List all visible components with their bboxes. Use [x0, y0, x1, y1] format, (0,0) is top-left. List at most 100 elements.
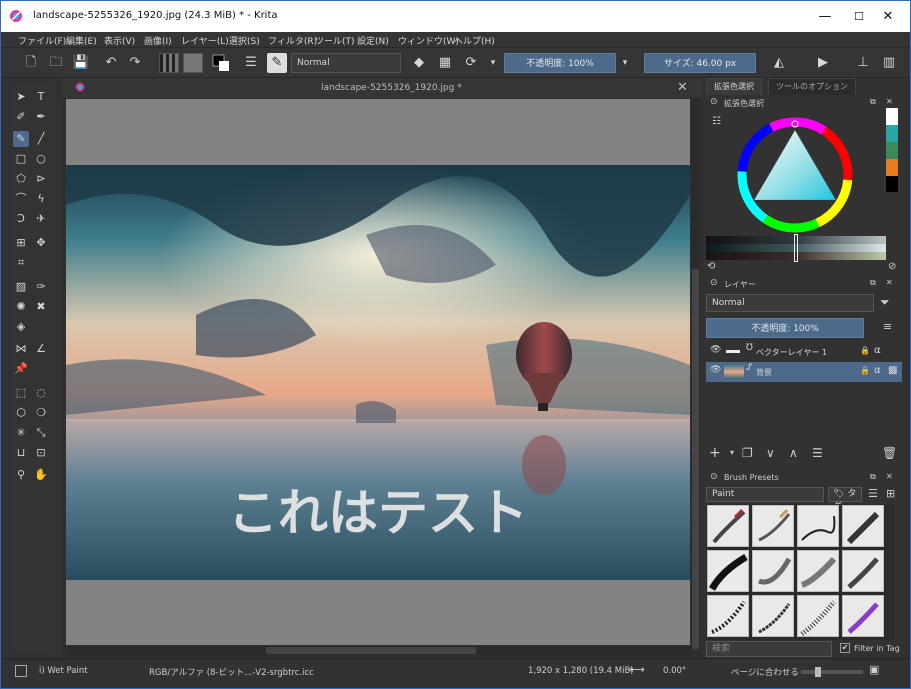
horizontal-scrollbar[interactable]	[66, 646, 690, 655]
ellipse-select-icon[interactable]: ◌	[33, 385, 49, 401]
eye-icon[interactable]: 👁	[710, 345, 721, 355]
layers-close-icon[interactable]: ✕	[886, 278, 893, 287]
text-tool-icon[interactable]: T	[33, 89, 49, 105]
canvas-image[interactable]: これはテスト	[66, 165, 690, 580]
pattern-picker-icon[interactable]	[183, 53, 203, 73]
brush-filter-select[interactable]: Paint	[706, 487, 824, 502]
reload-preset-icon[interactable]: ⟳	[461, 53, 481, 73]
zoom-tool-icon[interactable]: ⚲	[13, 467, 29, 483]
transform-tool-icon[interactable]: ⊞	[13, 235, 29, 251]
brush-presets-float-icon[interactable]: ⧉	[870, 472, 876, 482]
gradient-tool-icon[interactable]: ▨	[13, 279, 29, 295]
lock-icon[interactable]: 🔒	[860, 346, 870, 355]
filter-in-tag-checkbox[interactable]: ✔	[840, 643, 850, 653]
reset-color-icon[interactable]: ⟲	[707, 261, 715, 272]
reference-tool-icon[interactable]: 📌	[13, 361, 29, 377]
rotation-icon[interactable]: ⟷	[629, 663, 645, 676]
move-layer-down-icon[interactable]: ∨	[766, 446, 775, 460]
document-tab[interactable]: landscape-5255326_1920.jpg * ✕	[63, 78, 703, 98]
zoom-slider[interactable]	[801, 667, 863, 677]
brush-search-input[interactable]: 検索	[706, 641, 832, 657]
layers-float-icon[interactable]: ⧉	[870, 278, 876, 288]
color-picker-icon[interactable]: ✑	[33, 279, 49, 295]
brush-preset-item[interactable]	[752, 505, 794, 547]
undo-icon[interactable]: ↶	[101, 53, 121, 73]
add-layer-icon[interactable]: +	[709, 445, 721, 461]
crop-tool-icon[interactable]: ⌗	[13, 255, 29, 271]
fill-tool-icon[interactable]: ◈	[13, 319, 29, 335]
brush-preset-item[interactable]	[752, 550, 794, 592]
close-button[interactable]: ✕	[871, 1, 905, 32]
close-docker-icon[interactable]: ✕	[886, 97, 893, 106]
swatch-black[interactable]	[886, 176, 898, 192]
color-wheel[interactable]	[736, 116, 854, 234]
brush-preset-item[interactable]	[707, 595, 749, 637]
reload-dropdown-icon[interactable]: ▾	[483, 53, 503, 73]
color-swatches[interactable]	[886, 108, 898, 192]
calligraphy-icon[interactable]: ✒	[33, 109, 49, 125]
bezier-select-icon[interactable]: ⊔	[13, 445, 29, 461]
ellipse-tool-icon[interactable]: ○	[33, 151, 49, 167]
layer-opacity-slider[interactable]: 不透明度: 100%	[706, 318, 864, 338]
smart-patch-icon[interactable]: ✖	[33, 299, 49, 315]
opacity-dropdown-icon[interactable]: ▾	[615, 53, 635, 73]
polygon-tool-icon[interactable]: ⬠	[13, 171, 29, 187]
magnetic-select-icon[interactable]: ⊡	[33, 445, 49, 461]
freehand-select-icon[interactable]: ❍	[33, 405, 49, 421]
delete-layer-icon[interactable]: 🗑	[882, 446, 897, 460]
rect-select-icon[interactable]: ⬚	[13, 385, 29, 401]
menu-window[interactable]: ウィンドウ(W)	[398, 34, 459, 47]
layer-row-vector[interactable]: 👁 ℧ ベクターレイヤー 1 🔒 α	[706, 342, 902, 362]
brush-presets-close-icon[interactable]: ✕	[886, 472, 893, 481]
mirror-vertical-icon[interactable]: ▶	[813, 53, 833, 73]
add-layer-dropdown-icon[interactable]: ▾	[730, 448, 734, 457]
layer-blend-select[interactable]: Normal	[706, 294, 874, 312]
bezier-tool-icon[interactable]: ⌒	[13, 191, 29, 207]
tab-tool-options[interactable]: ツールのオプション	[768, 78, 856, 95]
move-tool-icon[interactable]: ✥	[33, 235, 49, 251]
new-document-icon[interactable]: 🗋	[21, 53, 41, 73]
swatch-green[interactable]	[886, 142, 898, 159]
eraser-icon[interactable]: ◆	[409, 53, 429, 73]
color-settings-icon[interactable]: ☷	[712, 116, 721, 127]
clear-color-icon[interactable]: ⊘	[888, 261, 896, 272]
polyline-tool-icon[interactable]: ⊳	[33, 171, 49, 187]
brush-preset-item[interactable]	[842, 505, 884, 547]
blend-mode-select[interactable]: Normal	[291, 53, 401, 73]
size-slider[interactable]: サイズ: 46.00 px	[644, 53, 756, 73]
visibility-icon[interactable]: ⊙	[710, 97, 718, 107]
status-zoom-mode[interactable]: ページに合わせる	[731, 666, 799, 678]
brush-list-view-icon[interactable]: ☰	[868, 487, 878, 500]
brush-settings-icon[interactable]: ☰	[241, 53, 261, 73]
color-slider-cursor[interactable]	[794, 234, 798, 262]
menu-select[interactable]: 選択(S)	[229, 34, 260, 47]
gradient-picker-icon[interactable]	[159, 53, 179, 73]
similar-select-icon[interactable]: ⤡	[33, 425, 49, 441]
rectangle-tool-icon[interactable]: □	[13, 151, 29, 167]
menu-file[interactable]: ファイル(F)	[18, 34, 66, 47]
duplicate-layer-icon[interactable]: ❐	[742, 446, 753, 460]
dynamic-brush-icon[interactable]: Ͻ	[13, 211, 29, 227]
swatch-orange[interactable]	[886, 159, 898, 176]
polygon-select-icon[interactable]: ⬡	[13, 405, 29, 421]
menu-view[interactable]: 表示(V)	[104, 34, 135, 47]
minimize-button[interactable]: —	[808, 1, 842, 32]
brush-preset-item[interactable]	[842, 550, 884, 592]
layer-row-background[interactable]: 👁 ᔑ 背景 🔒 α ▩	[706, 362, 902, 382]
redo-icon[interactable]: ↷	[125, 53, 145, 73]
brush-preset-item[interactable]	[842, 595, 884, 637]
crop-icon[interactable]: ⊥	[853, 53, 873, 73]
color-sampler-icon[interactable]: ✺	[13, 299, 29, 315]
freehand-path-icon[interactable]: ϟ	[33, 191, 49, 207]
swatch-teal[interactable]	[886, 125, 898, 142]
save-icon[interactable]: 💾	[71, 53, 91, 73]
select-shapes-icon[interactable]: ➤	[13, 89, 29, 105]
layer-filter-icon[interactable]: ⏷	[880, 295, 890, 310]
tag-select[interactable]: 🏷 タグ	[828, 487, 862, 512]
swatch-white[interactable]	[886, 108, 898, 125]
menu-image[interactable]: 画像(I)	[144, 34, 172, 47]
tab-color-selector[interactable]: 拡張色選択	[706, 78, 762, 95]
brush-presets-visibility-icon[interactable]: ⊙	[710, 472, 718, 482]
brush-preset-item[interactable]	[707, 505, 749, 547]
contiguous-select-icon[interactable]: ✳	[13, 425, 29, 441]
